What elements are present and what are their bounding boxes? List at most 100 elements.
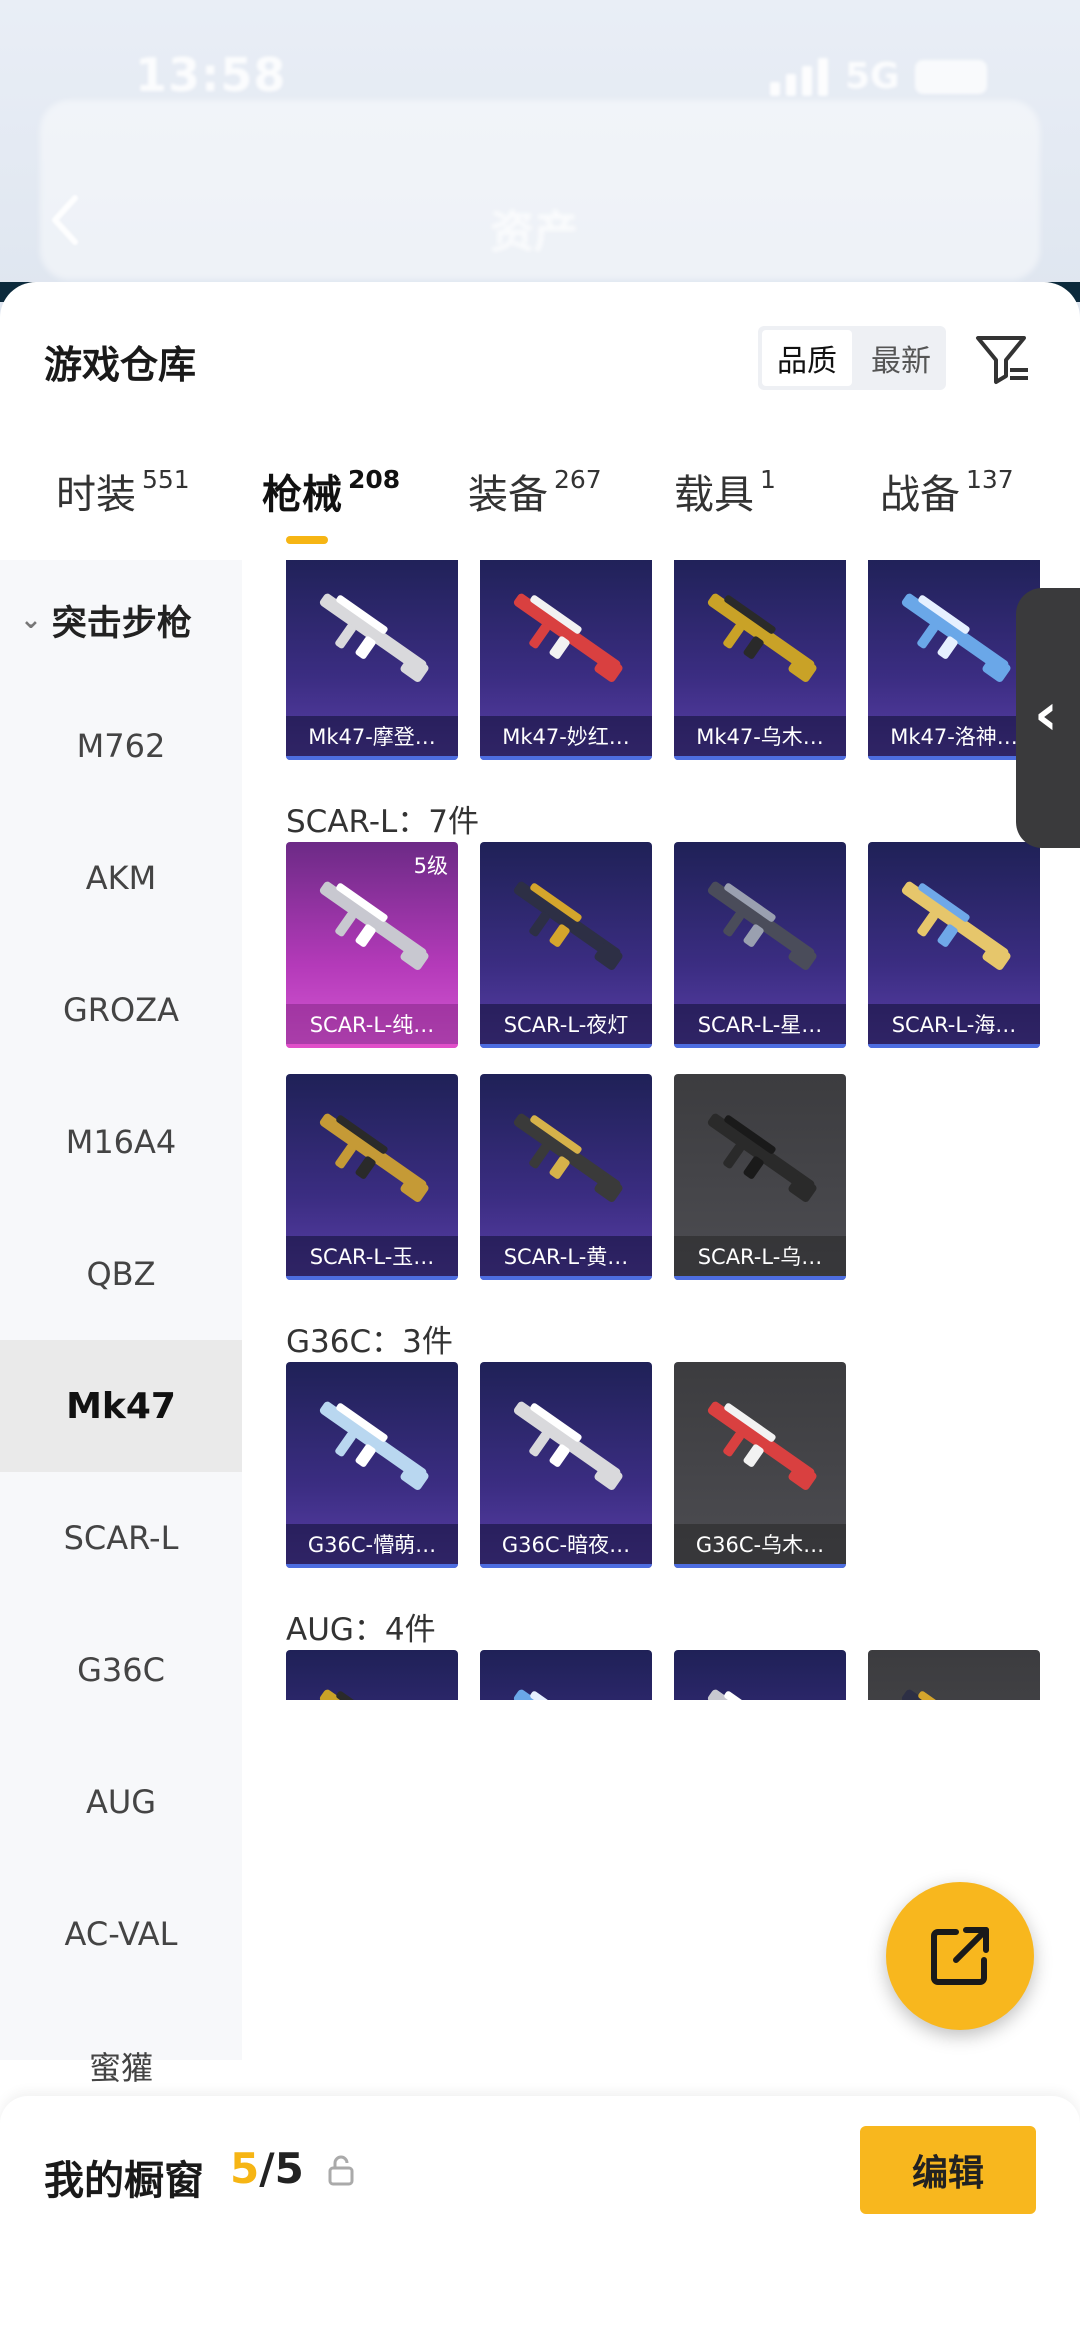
rarity-bar <box>286 1564 458 1568</box>
rifle-icon <box>319 1689 427 1700</box>
rifle-icon <box>319 1401 429 1490</box>
weapon-category-list: ⌄ 突击步枪 M762 AKM GROZA M16A4 QBZ Mk47 SCA… <box>0 560 242 2087</box>
sort-newest-button[interactable]: 最新 <box>856 326 946 390</box>
category-item[interactable]: M762 <box>0 680 242 812</box>
skin-name: SCAR-L-乌… <box>674 1236 846 1276</box>
page-title: 资产 <box>490 207 578 258</box>
side-panel-handle[interactable]: ‹ <box>1016 588 1080 848</box>
tab-count: 267 <box>554 464 602 494</box>
skin-name: SCAR-L-星… <box>674 1004 846 1044</box>
rifle-icon <box>901 881 1011 970</box>
rifle-icon <box>513 1113 623 1202</box>
category-item-active[interactable]: Mk47 <box>0 1340 242 1472</box>
section-title: G36C：3件 <box>286 1324 453 1360</box>
skin-card[interactable]: AUG-乌木金纹 <box>868 1650 1040 1700</box>
edit-button[interactable]: 编辑 <box>860 2126 1036 2214</box>
skin-card[interactable]: AUG-月影灵韵 <box>480 1650 652 1700</box>
filter-icon[interactable] <box>972 328 1032 388</box>
skin-card[interactable]: SCAR-L-乌… <box>674 1074 846 1280</box>
section-title: SCAR-L：7件 <box>286 804 479 840</box>
skin-name: Mk47-洛神… <box>868 716 1040 756</box>
tab-equipment[interactable]: 装备 267 <box>468 462 602 520</box>
skin-card[interactable]: Mk47-乌木… <box>674 560 846 760</box>
rarity-bar <box>286 756 458 760</box>
category-item[interactable]: AC-VAL <box>0 1868 242 2000</box>
active-tab-indicator <box>286 536 328 544</box>
back-icon[interactable] <box>45 190 85 250</box>
status-and-header: 13:58 5G 资产 <box>0 0 1080 300</box>
warehouse-title: 游戏仓库 <box>44 343 197 387</box>
showcase-count: 5/5 <box>230 2144 304 2193</box>
skin-card[interactable]: Mk47-洛神… <box>868 560 1040 760</box>
category-item[interactable]: AUG <box>0 1736 242 1868</box>
skin-name: G36C-暗夜… <box>480 1524 652 1564</box>
skin-name: SCAR-L-纯… <box>286 1004 458 1044</box>
skin-card[interactable]: Mk47-妙红… <box>480 560 652 760</box>
category-item[interactable]: AKM <box>0 812 242 944</box>
skin-card[interactable]: SCAR-L-海… <box>868 842 1040 1048</box>
rarity-bar <box>674 1564 846 1568</box>
rifle-icon <box>319 593 429 682</box>
category-group-assault-rifles[interactable]: ⌄ 突击步枪 <box>0 560 242 680</box>
lock-icon <box>326 2154 356 2188</box>
sort-quality-button[interactable]: 品质 <box>762 330 852 386</box>
skin-card[interactable]: SCAR-L-黄… <box>480 1074 652 1280</box>
skin-level: 5级 <box>413 854 448 878</box>
rifle-icon <box>513 881 623 970</box>
category-group-label: 突击步枪 <box>51 603 192 644</box>
skin-card[interactable]: G36C-懵萌… <box>286 1362 458 1568</box>
showcase-bar: 我的橱窗 5/5 编辑 <box>0 2096 1080 2341</box>
skin-card[interactable]: 5级 SCAR-L-纯… <box>286 842 458 1048</box>
rifle-icon <box>707 1689 815 1700</box>
rarity-bar <box>480 1276 652 1280</box>
tab-label: 战备 <box>880 472 960 518</box>
skin-card[interactable]: SCAR-L-夜灯 <box>480 842 652 1048</box>
skin-card[interactable]: G36C-乌木… <box>674 1362 846 1568</box>
tab-label: 时装 <box>56 472 136 518</box>
rifle-icon <box>319 881 429 970</box>
skin-card[interactable]: SCAR-L-星… <box>674 842 846 1048</box>
tab-guns[interactable]: 枪械 208 <box>262 462 400 520</box>
skin-card[interactable]: G36C-暗夜… <box>480 1362 652 1568</box>
rifle-icon <box>901 1689 1009 1700</box>
category-item[interactable]: QBZ <box>0 1208 242 1340</box>
showcase-total: /5 <box>259 2144 304 2193</box>
skin-name: G36C-懵萌… <box>286 1524 458 1564</box>
rifle-icon <box>707 593 817 682</box>
skin-name: SCAR-L-海… <box>868 1004 1040 1044</box>
skin-name: SCAR-L-夜灯 <box>480 1004 652 1044</box>
category-item[interactable]: G36C <box>0 1604 242 1736</box>
rifle-icon <box>319 1113 429 1202</box>
rarity-bar <box>674 756 846 760</box>
skin-card[interactable]: AUG-天降萌叽 <box>674 1650 846 1700</box>
rarity-bar <box>480 1044 652 1048</box>
battery-icon <box>915 60 987 94</box>
skin-card[interactable]: SCAR-L-玉… <box>286 1074 458 1280</box>
section-title: AUG：4件 <box>286 1612 436 1648</box>
skin-name: Mk47-摩登… <box>286 716 458 756</box>
category-item[interactable]: SCAR-L <box>0 1472 242 1604</box>
skin-name: G36C-乌木… <box>674 1524 846 1564</box>
share-icon <box>931 1927 989 1985</box>
tab-combat-gear[interactable]: 战备 137 <box>880 462 1014 520</box>
rarity-bar <box>868 1044 1040 1048</box>
skin-name: Mk47-乌木… <box>674 716 846 756</box>
rarity-bar <box>674 1276 846 1280</box>
category-item[interactable]: M16A4 <box>0 1076 242 1208</box>
rarity-bar <box>674 1044 846 1048</box>
share-button[interactable] <box>886 1882 1034 2030</box>
tab-vehicles[interactable]: 载具 1 <box>674 462 776 520</box>
tab-count: 1 <box>760 464 776 494</box>
chevron-down-icon: ⌄ <box>20 605 42 635</box>
tab-label: 装备 <box>468 472 548 518</box>
skin-card[interactable]: AUG-异域银装 <box>286 1650 458 1700</box>
warehouse-sheet: 游戏仓库 品质 最新 时装 551 枪械 208 装备 267 载具 1 战备 137 ⌄… <box>0 282 1080 2341</box>
network-label: 5G <box>845 56 900 97</box>
rifle-icon <box>513 593 623 682</box>
category-item[interactable]: GROZA <box>0 944 242 1076</box>
skin-name: Mk47-妙红… <box>480 716 652 756</box>
skin-card[interactable]: Mk47-摩登… <box>286 560 458 760</box>
tab-fashion[interactable]: 时装 551 <box>56 462 190 520</box>
tab-label: 枪械 <box>262 472 342 518</box>
status-time: 13:58 <box>135 48 287 102</box>
